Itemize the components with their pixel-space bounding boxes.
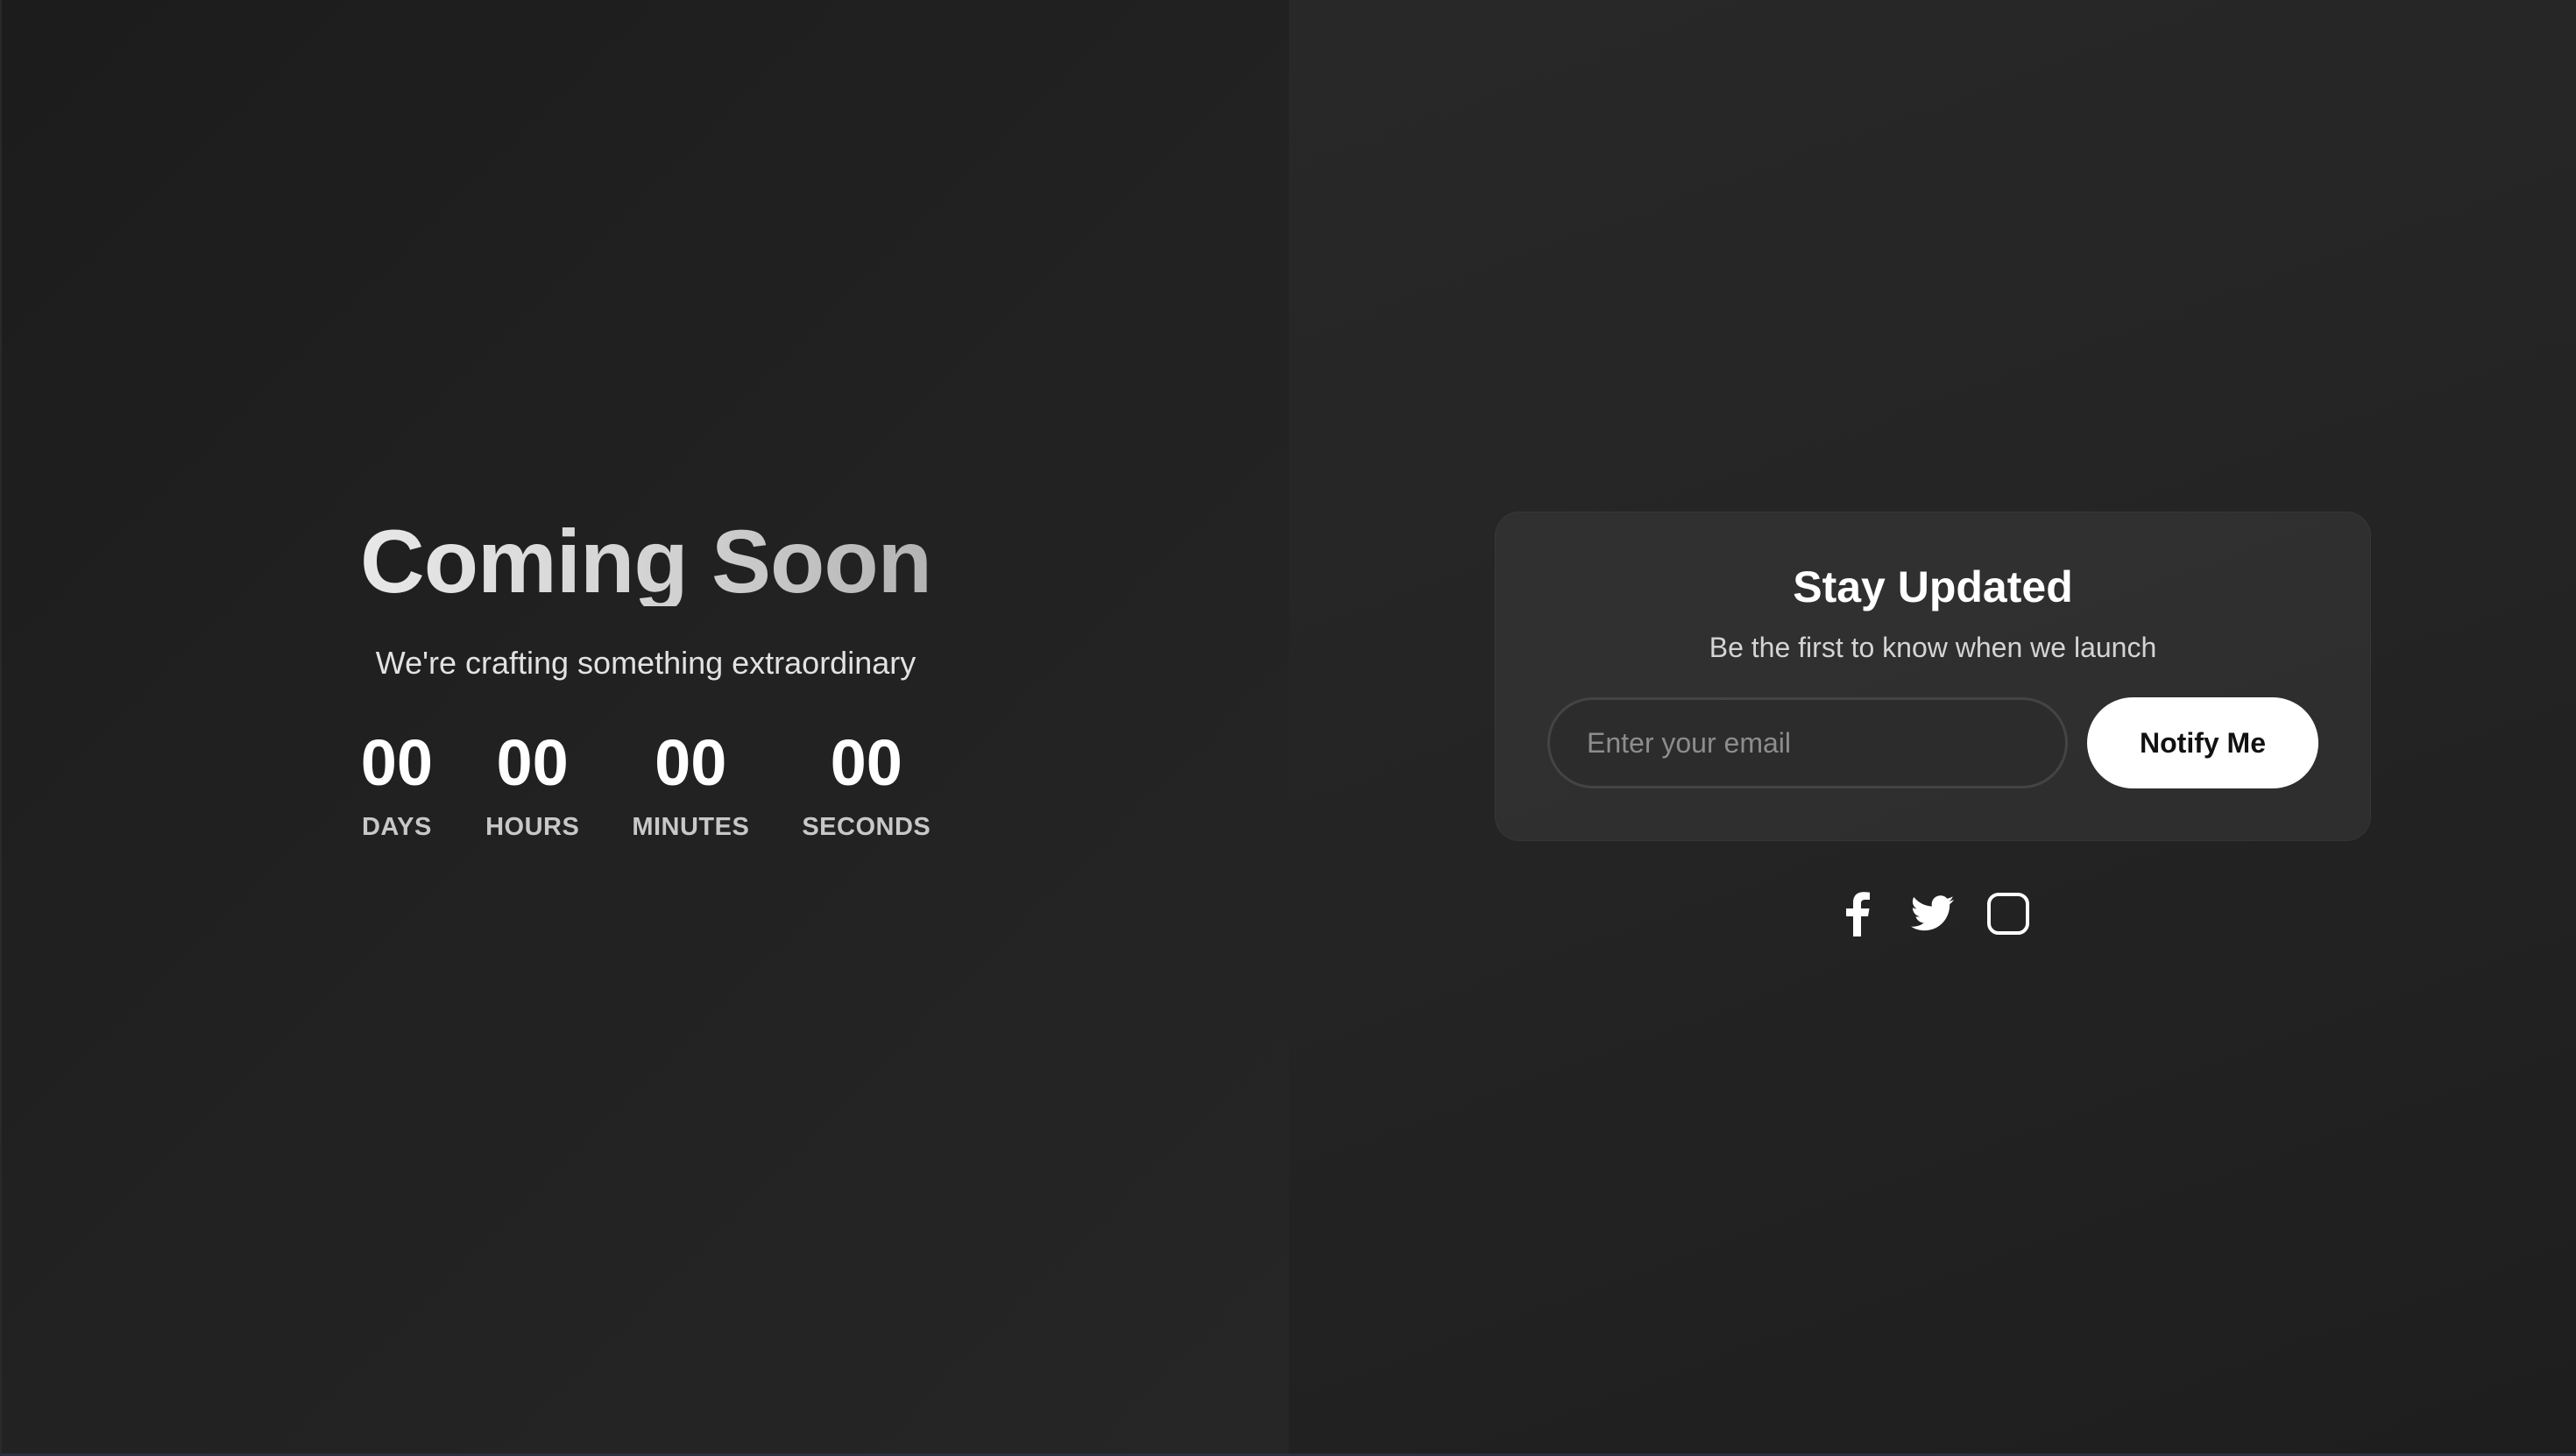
countdown-days: 00 DAYS	[361, 731, 433, 842]
signup-card: Stay Updated Be the first to know when w…	[1495, 512, 2371, 841]
countdown-hours-value: 00	[496, 726, 569, 799]
twitter-link[interactable]	[1910, 891, 1956, 937]
instagram-link[interactable]	[1985, 891, 2031, 937]
countdown-minutes: 00 MINUTES	[632, 731, 749, 842]
countdown-hours: 00 HOURS	[485, 731, 579, 842]
coming-soon-page: Coming Soon We're crafting something ext…	[0, 0, 2576, 1456]
countdown-seconds-value: 00	[830, 726, 902, 799]
countdown-hours-label: HOURS	[485, 813, 580, 841]
countdown-timer: 00 DAYS 00 HOURS 00 MINUTES 00 SECONDS	[361, 731, 931, 842]
countdown-seconds-label: SECONDS	[802, 813, 931, 841]
signup-title: Stay Updated	[1793, 562, 2073, 611]
facebook-link[interactable]	[1835, 891, 1880, 937]
instagram-icon	[1986, 892, 2030, 936]
twitter-icon	[1911, 895, 1955, 932]
countdown-seconds: 00 SECONDS	[802, 731, 931, 842]
hero-section: Coming Soon We're crafting something ext…	[360, 517, 932, 842]
signup-subtitle: Be the first to know when we launch	[1709, 632, 2157, 663]
countdown-days-value: 00	[360, 726, 434, 799]
page-subtitle: We're crafting something extraordinary	[375, 645, 916, 681]
countdown-minutes-label: MINUTES	[632, 813, 750, 841]
countdown-days-label: DAYS	[361, 813, 432, 841]
facebook-icon	[1844, 891, 1871, 937]
left-panel: Coming Soon We're crafting something ext…	[2, 0, 1289, 1453]
notify-me-button[interactable]: Notify Me	[2087, 697, 2318, 788]
right-panel: Stay Updated Be the first to know when w…	[1289, 0, 2576, 1453]
email-input[interactable]	[1547, 697, 2068, 788]
countdown-minutes-value: 00	[655, 726, 727, 799]
page-title: Coming Soon	[360, 512, 932, 611]
social-links	[1289, 891, 2576, 937]
signup-form: Notify Me	[1547, 697, 2318, 788]
